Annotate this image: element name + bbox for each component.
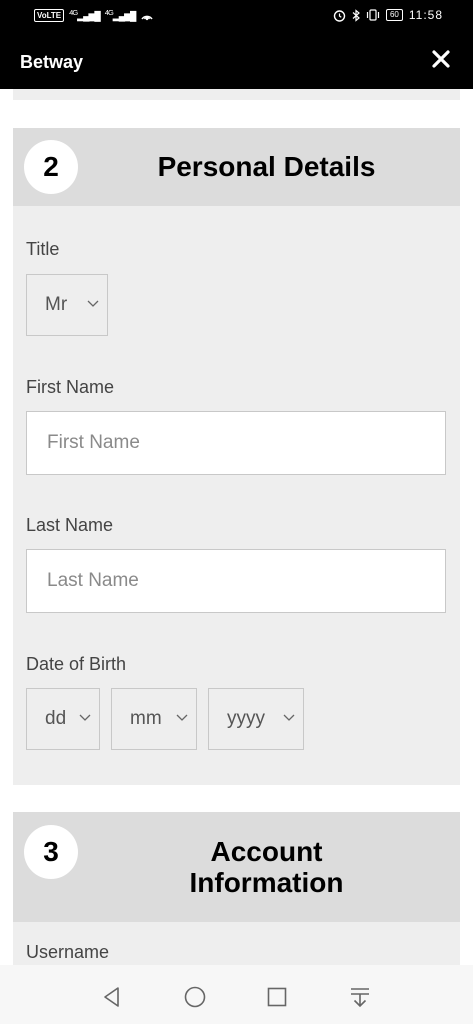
signal-icon-2: 4G▂▄▆█ xyxy=(104,8,137,21)
app-title: Betway xyxy=(20,52,84,72)
section-title: Account Information xyxy=(93,836,440,898)
home-icon[interactable] xyxy=(183,985,207,1009)
form-scroll-area[interactable]: 2 Personal Details Title Mr First Name L… xyxy=(0,89,473,965)
volte-indicator: VoLTE xyxy=(34,8,65,22)
signal-label: 4G xyxy=(69,8,78,17)
first-name-input[interactable] xyxy=(26,411,446,475)
chevron-down-icon xyxy=(283,714,295,721)
dob-year-value: yyyy xyxy=(227,708,265,729)
dob-month-select[interactable]: mm xyxy=(111,688,197,750)
bluetooth-icon xyxy=(352,8,360,22)
system-nav-bar xyxy=(0,965,473,1024)
notification-pull-icon[interactable] xyxy=(348,985,372,1009)
first-name-label: First Name xyxy=(26,377,115,397)
app-header: Betway xyxy=(0,32,473,89)
status-bar: VoLTE 4G▂▄▆█ 4G▂▄▆█ 60 11:58 xyxy=(0,0,473,32)
chevron-down-icon xyxy=(87,300,99,307)
alarm-icon xyxy=(333,9,346,22)
close-icon[interactable] xyxy=(429,47,453,71)
title-select-value: Mr xyxy=(45,294,68,315)
step-number-badge: 2 xyxy=(24,140,78,194)
dob-label: Date of Birth xyxy=(26,654,127,674)
section-title: Personal Details xyxy=(157,151,376,182)
previous-section-card xyxy=(13,89,460,100)
recents-icon[interactable] xyxy=(265,985,289,1009)
back-icon[interactable] xyxy=(100,985,124,1009)
title-label: Title xyxy=(26,239,60,259)
personal-details-section: 2 Personal Details Title Mr First Name L… xyxy=(13,128,460,785)
dob-year-select[interactable]: yyyy xyxy=(208,688,304,750)
dob-day-value: dd xyxy=(45,708,67,729)
section-title-line-2: Information xyxy=(189,867,344,898)
chevron-down-icon xyxy=(176,714,188,721)
step-number-badge: 3 xyxy=(24,825,78,879)
section-title-line-1: Account xyxy=(210,836,323,867)
battery-icon: 60 xyxy=(385,9,403,21)
username-label: Username xyxy=(26,942,110,962)
dob-month-value: mm xyxy=(130,708,162,729)
personal-details-header: 2 Personal Details xyxy=(13,128,460,206)
status-right: 60 11:58 xyxy=(333,8,443,22)
account-information-section: 3 Account Information Username xyxy=(13,812,460,965)
last-name-label: Last Name xyxy=(26,515,114,535)
hotspot-icon xyxy=(141,15,154,21)
vibrate-icon xyxy=(366,9,380,21)
dob-day-select[interactable]: dd xyxy=(26,688,100,750)
status-left: VoLTE 4G▂▄▆█ 4G▂▄▆█ xyxy=(34,8,154,22)
status-time: 11:58 xyxy=(408,8,443,22)
signal-icon: 4G▂▄▆█ xyxy=(69,8,101,21)
signal-label-2: 4G xyxy=(104,8,114,17)
last-name-input[interactable] xyxy=(26,549,446,613)
title-select[interactable]: Mr xyxy=(26,274,108,336)
account-information-header: 3 Account Information xyxy=(13,812,460,922)
chevron-down-icon xyxy=(79,714,91,721)
